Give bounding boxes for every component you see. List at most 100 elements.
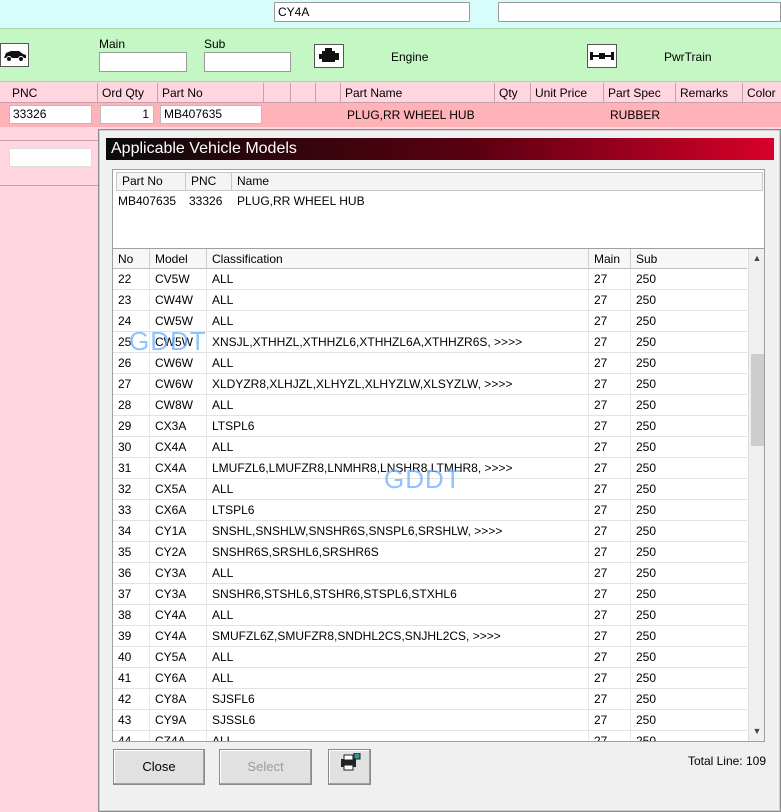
- table-row[interactable]: 32 CX5A ALL 27 250: [113, 479, 747, 500]
- table-row[interactable]: 28 CW8W ALL 27 250: [113, 395, 747, 416]
- cell-cls: SJSFL6: [207, 689, 589, 710]
- cell-model: CW6W: [150, 374, 207, 395]
- col-ord-qty[interactable]: Ord Qty: [98, 83, 158, 103]
- engine-icon[interactable]: [314, 44, 344, 68]
- cell-main: 27: [589, 563, 631, 584]
- cell-sub: 250: [636, 650, 657, 664]
- col-flag-3[interactable]: [316, 83, 341, 103]
- parts-row[interactable]: 33326 1 MB407635 PLUG,RR WHEEL HUB RUBBE…: [0, 103, 781, 127]
- cell-sub: 250: [636, 398, 657, 412]
- table-row[interactable]: 26 CW6W ALL 27 250: [113, 353, 747, 374]
- cell-no: 29: [113, 416, 150, 437]
- cell-model: CW5W: [150, 311, 207, 332]
- models-grid[interactable]: No Model Classification Main Sub 22 CV5W A…: [112, 248, 765, 742]
- grid-col-classification[interactable]: Classification: [207, 249, 589, 269]
- close-button[interactable]: Close: [113, 749, 205, 785]
- select-button[interactable]: Select: [219, 749, 312, 785]
- table-row[interactable]: 36 CY3A ALL 27 250: [113, 563, 747, 584]
- col-part-name[interactable]: Part Name: [341, 83, 495, 103]
- cell-cls: ALL: [207, 311, 589, 332]
- ord-qty-cell[interactable]: 1: [100, 105, 154, 124]
- sub-group-input[interactable]: [204, 52, 291, 72]
- secondary-field[interactable]: [498, 2, 781, 22]
- part-spec-cell: RUBBER: [610, 108, 661, 122]
- pnc-cell[interactable]: 33326: [9, 105, 92, 124]
- cell-model: CY1A: [150, 521, 207, 542]
- cell-sub: 250: [636, 377, 657, 391]
- table-row[interactable]: 42 CY8A SJSFL6 27 250: [113, 689, 747, 710]
- grid-col-model[interactable]: Model: [150, 249, 207, 269]
- color-cell: [745, 103, 781, 127]
- table-row[interactable]: 23 CW4W ALL 27 250: [113, 290, 747, 311]
- cell-cls: SNSHR6,STSHL6,STSHR6,STSPL6,STXHL6: [207, 584, 589, 605]
- table-row[interactable]: 29 CX3A LTSPL6 27 250: [113, 416, 747, 437]
- table-row[interactable]: 31 CX4A LMUFZL6,LMUFZR8,LNMHR8,LNSHR8,LTMH…: [113, 458, 747, 479]
- table-row[interactable]: 41 CY6A ALL 27 250: [113, 668, 747, 689]
- col-qty[interactable]: Qty: [495, 83, 531, 103]
- grid-col-no[interactable]: No: [113, 249, 150, 269]
- col-flag-1[interactable]: [264, 83, 291, 103]
- table-row[interactable]: 39 CY4A SMUFZL6Z,SMUFZR8,SNDHL2CS,SNJHL2CS…: [113, 626, 747, 647]
- col-remarks[interactable]: Remarks: [676, 83, 743, 103]
- cell-main: 27: [589, 395, 631, 416]
- cell-cls: ALL: [207, 437, 589, 458]
- cell-cls: LTSPL6: [207, 416, 589, 437]
- cell-cls: SJSSL6: [207, 710, 589, 731]
- car-icon[interactable]: [0, 43, 29, 67]
- table-row[interactable]: 22 CV5W ALL 27 250: [113, 269, 747, 290]
- col-part-no[interactable]: Part No: [158, 83, 264, 103]
- empty-pnc-cell[interactable]: [9, 148, 92, 167]
- table-row[interactable]: 30 CX4A ALL 27 250: [113, 437, 747, 458]
- table-row[interactable]: 40 CY5A ALL 27 250: [113, 647, 747, 668]
- powertrain-icon[interactable]: [587, 44, 617, 68]
- empty-parts-row[interactable]: [0, 140, 98, 186]
- cell-main: 27: [589, 332, 631, 353]
- cell-model: CW4W: [150, 290, 207, 311]
- grid-vertical-scrollbar[interactable]: ▲ ▼: [748, 249, 764, 741]
- cell-model: CY3A: [150, 563, 207, 584]
- scroll-thumb[interactable]: [751, 354, 764, 446]
- info-col-part-no: Part No: [117, 173, 186, 190]
- grid-col-sub[interactable]: Sub: [631, 249, 747, 269]
- cell-model: CX4A: [150, 458, 207, 479]
- cell-no: 32: [113, 479, 150, 500]
- table-row[interactable]: 34 CY1A SNSHL,SNSHLW,SNSHR6S,SNSPL6,SRSHLW…: [113, 521, 747, 542]
- table-row[interactable]: 24 CW5W ALL 27 250: [113, 311, 747, 332]
- table-row[interactable]: 25 CW5W XNSJL,XTHHZL,XTHHZL6,XTHHZL6A,XTHH…: [113, 332, 747, 353]
- cell-model: CW8W: [150, 395, 207, 416]
- cell-main: 27: [589, 290, 631, 311]
- print-button[interactable]: [328, 749, 371, 785]
- cell-no: 27: [113, 374, 150, 395]
- scroll-down-icon[interactable]: ▼: [749, 723, 764, 740]
- cell-main: 27: [589, 500, 631, 521]
- cell-no: 33: [113, 500, 150, 521]
- cell-sub: 250: [636, 419, 657, 433]
- qty-cell: [497, 103, 531, 127]
- cell-model: CZ4A: [150, 731, 207, 741]
- part-no-cell[interactable]: MB407635: [160, 105, 262, 124]
- table-row[interactable]: 43 CY9A SJSSL6 27 250: [113, 710, 747, 731]
- model-field[interactable]: CY4A: [274, 2, 470, 22]
- col-color[interactable]: Color: [743, 83, 781, 103]
- table-row[interactable]: 38 CY4A ALL 27 250: [113, 605, 747, 626]
- part-info-header: Part No PNC Name: [116, 172, 763, 191]
- parts-table-header: PNC Ord Qty Part No Part Name Qty Unit P…: [0, 83, 781, 103]
- cell-model: CY8A: [150, 689, 207, 710]
- col-part-spec[interactable]: Part Spec: [604, 83, 676, 103]
- table-row[interactable]: 44 CZ4A ALL 27 250: [113, 731, 747, 741]
- table-row[interactable]: 27 CW6W XLDYZR8,XLHJZL,XLHYZL,XLHYZLW,XLSY…: [113, 374, 747, 395]
- grid-col-main[interactable]: Main: [589, 249, 631, 269]
- col-flag-2[interactable]: [291, 83, 316, 103]
- cell-cls: ALL: [207, 479, 589, 500]
- cell-main: 27: [589, 668, 631, 689]
- cell-main: 27: [589, 479, 631, 500]
- col-pnc[interactable]: PNC: [8, 83, 98, 103]
- col-unit-price[interactable]: Unit Price: [531, 83, 604, 103]
- cell-cls: SNSHR6S,SRSHL6,SRSHR6S: [207, 542, 589, 563]
- table-row[interactable]: 35 CY2A SNSHR6S,SRSHL6,SRSHR6S 27 250: [113, 542, 747, 563]
- main-group-input[interactable]: [99, 52, 187, 72]
- scroll-up-icon[interactable]: ▲: [749, 250, 764, 267]
- table-row[interactable]: 37 CY3A SNSHR6,STSHL6,STSHR6,STSPL6,STXHL6…: [113, 584, 747, 605]
- cell-cls: SMUFZL6Z,SMUFZR8,SNDHL2CS,SNJHL2CS, >>>>: [207, 626, 589, 647]
- table-row[interactable]: 33 CX6A LTSPL6 27 250: [113, 500, 747, 521]
